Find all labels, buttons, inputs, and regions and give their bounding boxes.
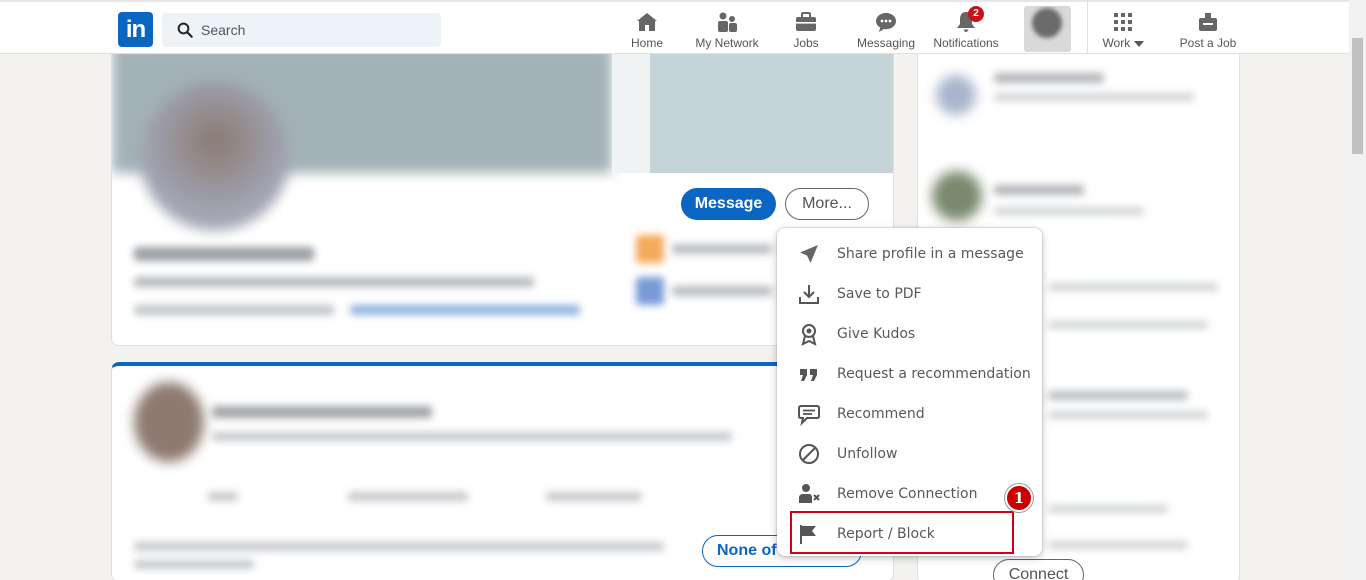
person-headline-blurred	[1048, 541, 1188, 549]
nav-work[interactable]: Work	[1101, 10, 1145, 54]
nav-home-label: Home	[630, 36, 663, 50]
nav-notifications[interactable]: Notifications 2	[930, 6, 1002, 54]
notification-count-badge: 2	[968, 6, 984, 22]
activity-note-blurred	[134, 560, 254, 569]
menu-item-remove-connection[interactable]: Remove Connection	[777, 472, 1042, 512]
activity-tab-blurred	[348, 492, 468, 501]
nav-messaging-label: Messaging	[856, 36, 916, 50]
activity-tab-blurred	[546, 492, 642, 501]
person-headline-blurred	[1048, 411, 1208, 419]
profile-banner-right	[650, 45, 893, 173]
nav-messaging[interactable]: Messaging	[856, 10, 916, 54]
download-icon	[799, 285, 819, 304]
grid-icon	[1114, 13, 1132, 31]
activity-avatar	[134, 382, 204, 462]
person-name-blurred	[994, 73, 1104, 83]
home-icon	[637, 13, 657, 31]
menu-item-label: Report / Block	[837, 526, 935, 542]
menu-item-request-recommendation[interactable]: Request a recommendation	[777, 352, 1042, 392]
quote-icon	[800, 369, 817, 381]
nav-post-a-job[interactable]: Post a Job	[1178, 10, 1238, 54]
briefcase-icon	[796, 12, 816, 31]
nav-home[interactable]: Home	[627, 10, 667, 54]
menu-item-unfollow[interactable]: Unfollow	[777, 432, 1042, 472]
scrollbar-thumb[interactable]	[1352, 38, 1363, 154]
block-icon	[799, 444, 819, 464]
person-headline-blurred	[1048, 321, 1208, 329]
page-scrollbar[interactable]	[1349, 0, 1366, 580]
nav-post-a-job-label: Post a Job	[1179, 36, 1237, 50]
activity-title-blurred	[212, 406, 432, 418]
school-logo-blurred	[636, 277, 664, 305]
message-button[interactable]: Message	[681, 188, 776, 220]
chevron-down-icon	[1133, 40, 1144, 47]
nav-jobs-label: Jobs	[793, 36, 819, 50]
menu-item-give-kudos[interactable]: Give Kudos	[777, 312, 1042, 352]
post-job-icon	[1199, 13, 1217, 31]
speech-bubble-icon	[798, 405, 820, 426]
company-logo-blurred	[636, 235, 664, 263]
menu-item-label: Unfollow	[837, 446, 898, 462]
person-avatar	[936, 75, 976, 115]
person-avatar	[932, 171, 982, 221]
top-nav-bar: in Search Home My Network Jobs Messaging…	[0, 0, 1366, 54]
more-actions-dropdown: Share profile in a message Save to PDF G…	[777, 228, 1042, 556]
send-icon	[800, 245, 818, 263]
me-avatar[interactable]	[1024, 6, 1071, 52]
activity-tab-blurred	[208, 492, 238, 501]
menu-item-label: Save to PDF	[837, 286, 922, 302]
menu-item-label: Request a recommendation	[837, 366, 1031, 382]
search-icon	[177, 22, 193, 38]
menu-item-label: Remove Connection	[837, 486, 978, 502]
profile-links-blurred	[350, 305, 580, 315]
company-name-blurred	[672, 244, 772, 254]
network-icon	[718, 12, 737, 32]
more-button[interactable]: More...	[785, 188, 869, 220]
nav-my-network[interactable]: My Network	[690, 10, 764, 54]
person-name-blurred	[1048, 391, 1188, 400]
messaging-icon	[876, 13, 896, 32]
menu-item-label: Share profile in a message	[837, 246, 1024, 262]
profile-name-blurred	[134, 247, 314, 261]
person-name-blurred	[994, 185, 1084, 195]
flag-icon	[800, 525, 816, 544]
activity-note-blurred	[134, 542, 664, 551]
profile-headline-blurred	[134, 277, 534, 287]
menu-item-label: Give Kudos	[837, 326, 916, 342]
nav-work-label: Work	[1102, 36, 1131, 50]
remove-person-icon	[799, 484, 820, 503]
menu-item-share-profile[interactable]: Share profile in a message	[777, 232, 1042, 272]
banner-gap	[612, 45, 650, 173]
person-headline-blurred	[994, 93, 1194, 101]
activity-text-blurred	[212, 432, 732, 441]
school-name-blurred	[672, 286, 772, 296]
linkedin-logo-icon[interactable]: in	[118, 12, 153, 47]
profile-location-blurred	[134, 305, 334, 315]
nav-notifications-label: Notifications	[933, 36, 999, 50]
menu-item-report-block[interactable]: Report / Block	[777, 512, 1042, 552]
award-icon	[801, 324, 817, 346]
menu-item-label: Recommend	[837, 406, 925, 422]
profile-photo[interactable]	[140, 81, 290, 231]
search-box[interactable]: Search	[162, 13, 441, 47]
menu-item-recommend[interactable]: Recommend	[777, 392, 1042, 432]
search-input[interactable]: Search	[201, 22, 245, 38]
connect-button[interactable]: Connect	[993, 559, 1084, 580]
nav-divider	[1087, 2, 1088, 54]
person-headline-blurred	[994, 207, 1144, 215]
person-headline-blurred	[1048, 505, 1168, 513]
person-headline-blurred	[1048, 283, 1218, 291]
nav-my-network-label: My Network	[695, 36, 759, 50]
menu-item-save-to-pdf[interactable]: Save to PDF	[777, 272, 1042, 312]
nav-jobs[interactable]: Jobs	[788, 10, 824, 54]
step-number-marker: 1	[1005, 484, 1033, 512]
